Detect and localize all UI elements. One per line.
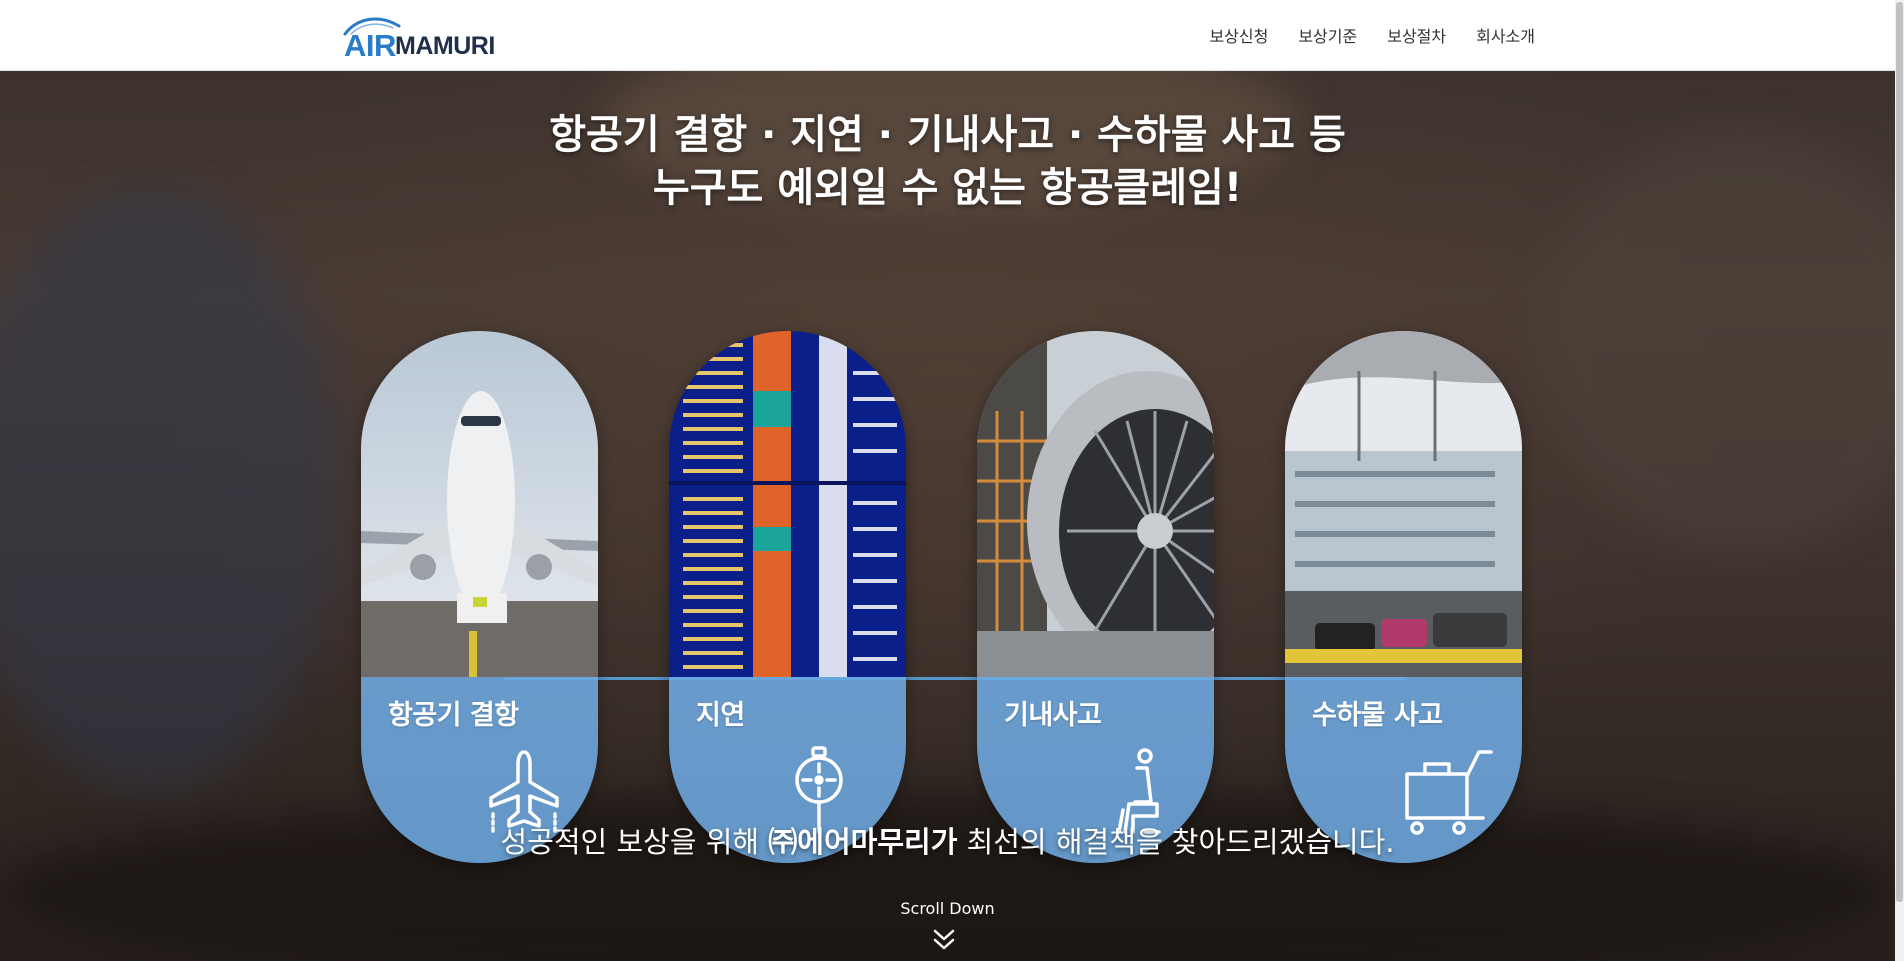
headline-line-2: 누구도 예외일 수 없는 항공클레임! [652,165,1243,211]
page-scrollbar[interactable] [1895,0,1904,961]
logo-mamuri-text: MAMURI [395,32,495,60]
airplane-photo [361,331,598,677]
hero-section: 항공기 결항 · 지연 · 기내사고 · 수하물 사고 등 누구도 예외일 수 … [0,71,1895,961]
chevron-double-down-icon[interactable] [931,927,957,953]
hero-tagline: 성공적인 보상을 위해 ㈜에어마무리가 최선의 해결책을 찾아드리겠습니다. [0,819,1895,861]
logo[interactable]: AIR MAMURI [343,12,503,63]
scrollbar-thumb[interactable] [1896,2,1903,902]
jet-engine-photo [977,331,1214,677]
logo-air-text: AIR [344,28,396,63]
main-nav: 보상신청 보상기준 보상절차 회사소개 [1209,0,1535,70]
baggage-airport-photo [1285,331,1522,677]
card-delay[interactable]: 지연 [669,331,906,863]
card-label: 수하물 사고 [1312,700,1443,731]
headline-line-1: 항공기 결항 · 지연 · 기내사고 · 수하물 사고 등 [549,112,1346,158]
card-label: 항공기 결항 [388,700,519,731]
site-header: AIR MAMURI 보상신청 보상기준 보상절차 회사소개 [0,0,1895,71]
cards-connector-line [505,677,1405,680]
nav-compensation-apply[interactable]: 보상신청 [1209,23,1268,47]
card-label: 기내사고 [1004,700,1102,731]
card-cancellation[interactable]: 항공기 결항 [361,331,598,863]
tagline-post: 최선의 해결책을 찾아드리겠습니다. [957,825,1395,859]
scroll-down-label[interactable]: Scroll Down [0,899,1895,918]
card-baggage-accident[interactable]: 수하물 사고 [1285,331,1522,863]
nav-company-intro[interactable]: 회사소개 [1476,23,1535,47]
card-inflight-accident[interactable]: 기내사고 [977,331,1214,863]
card-label: 지연 [696,700,745,731]
tagline-company: ㈜에어마무리가 [768,825,958,859]
nav-compensation-criteria[interactable]: 보상기준 [1298,23,1357,47]
hero-headline: 항공기 결항 · 지연 · 기내사고 · 수하물 사고 등 누구도 예외일 수 … [0,109,1895,215]
departure-board-photo [669,331,906,677]
tagline-pre: 성공적인 보상을 위해 [500,825,769,859]
nav-compensation-process[interactable]: 보상절차 [1387,23,1446,47]
